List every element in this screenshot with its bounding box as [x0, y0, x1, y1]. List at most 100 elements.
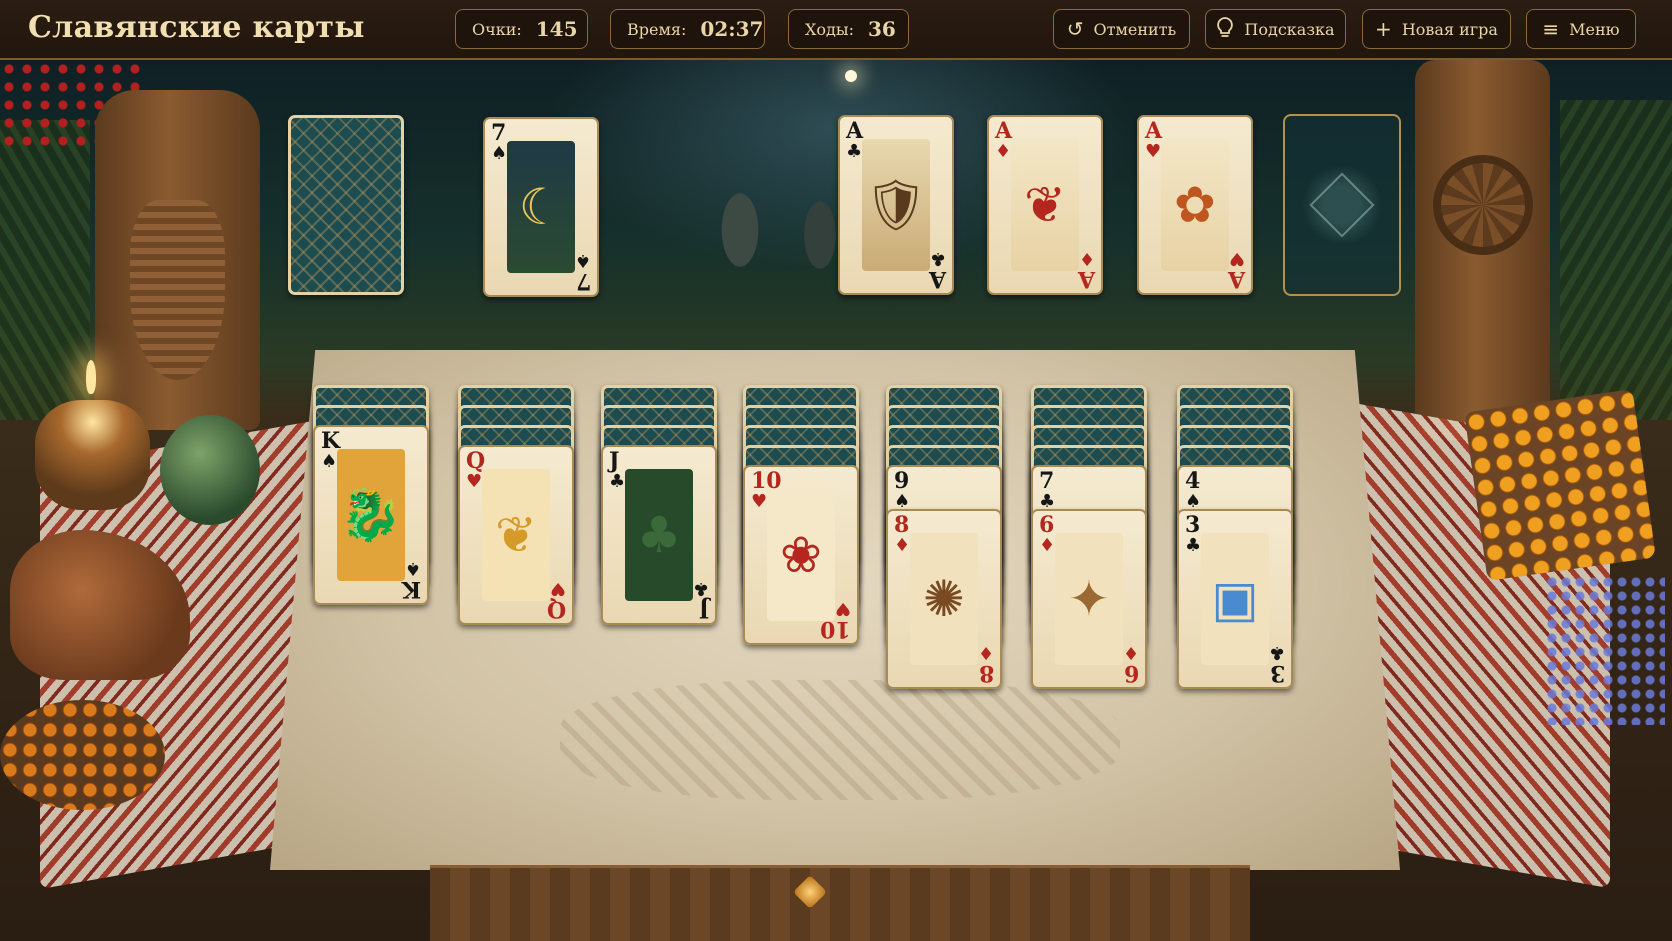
wooden-idol-left-decoration [95, 90, 260, 430]
card-rank-bottom: A [928, 266, 946, 292]
card-suit: ♠ [491, 143, 508, 164]
card-suit: ♣ [1185, 535, 1202, 556]
foundation-2-card[interactable]: ❦ A ♦ A ♦ [987, 115, 1103, 295]
card-suit: ♦ [894, 535, 911, 556]
card-rank-bottom: 7 [575, 268, 591, 294]
card-rank-bottom: Q [546, 596, 566, 622]
card-suit-bottom: ♥ [549, 578, 566, 599]
card-suit-bottom: ♦ [1078, 248, 1095, 269]
new-game-button[interactable]: + Новая игра [1362, 9, 1511, 49]
undo-button[interactable]: ↺ Отменить [1053, 9, 1190, 49]
foliage-decoration-right [1560, 100, 1672, 420]
card-suit: ♣ [609, 471, 626, 492]
menu-label: Меню [1569, 19, 1620, 39]
card-rank-bottom: 6 [1123, 660, 1139, 686]
tableau-7-card[interactable]: ▣ 3 ♣ 3 ♣ [1177, 509, 1293, 689]
card-rank-bottom: 3 [1269, 660, 1285, 686]
waste-pile-card[interactable]: ☾ 7 ♠ 7 ♠ [483, 117, 599, 297]
leshy-forest-spirit-icon: ♣ [636, 506, 682, 564]
deer-icon: ✦ [1068, 570, 1110, 628]
firebird-icon: ❦ [1024, 176, 1066, 234]
card-rank: A [1145, 118, 1163, 144]
tableau-4-card[interactable]: ❀ 10 ♥ 10 ♥ [743, 465, 859, 645]
card-suit: ♦ [1039, 535, 1056, 556]
stock-pile[interactable] [288, 115, 404, 295]
card-rank: J [609, 448, 620, 474]
card-suit: ♠ [321, 451, 338, 472]
card-rank-bottom: K [401, 576, 421, 602]
card-rank: Q [466, 448, 486, 474]
hint-button[interactable]: Подсказка [1205, 9, 1346, 49]
firebird-art: ❦ [1011, 139, 1079, 271]
plus-icon: + [1375, 17, 1392, 41]
fox-icon: ✿ [1174, 176, 1216, 234]
blue-flowers-decoration [1545, 575, 1665, 725]
card-suit-bottom: ♣ [929, 248, 946, 269]
foundation-3-card[interactable]: ✿ A ♥ A ♥ [1137, 115, 1253, 295]
card-suit-bottom: ♣ [1268, 642, 1285, 663]
tableau-6-card[interactable]: ✦ 6 ♦ 6 ♦ [1031, 509, 1147, 689]
green-vase-decoration [160, 415, 260, 525]
card-suit: ♦ [995, 141, 1012, 162]
score-label: Очки: [472, 19, 522, 39]
card-rank: 7 [491, 120, 507, 146]
card-suit: ♥ [466, 471, 483, 492]
bear-icon: 🛡 [864, 176, 928, 234]
moves-display: Ходы: 36 [788, 9, 909, 49]
card-suit: ♥ [1145, 141, 1162, 162]
tableau-2-card[interactable]: ❦ Q ♥ Q ♥ [458, 445, 574, 625]
card-suit-bottom: ♣ [692, 578, 709, 599]
hedgehog-icon: ✺ [923, 570, 965, 628]
treasure-chest-art: ▣ [1201, 533, 1269, 665]
card-rank: 7 [1039, 468, 1055, 494]
score-value: 145 [535, 17, 578, 41]
tableau-5-card[interactable]: ✺ 8 ♦ 8 ♦ [886, 509, 1002, 689]
hint-label: Подсказка [1244, 19, 1335, 39]
card-suit-bottom: ♥ [834, 598, 851, 619]
poppy-wreath-icon: ❀ [780, 526, 822, 584]
card-rank-bottom: A [1227, 266, 1245, 292]
hedgehog-art: ✺ [910, 533, 978, 665]
card-rank: 10 [751, 468, 782, 494]
card-rank-bottom: A [1077, 266, 1095, 292]
bear-warrior-art: 🛡 [862, 139, 930, 271]
new-game-label: Новая игра [1401, 19, 1498, 39]
fox-lantern-art: ✿ [1161, 139, 1229, 271]
foundation-1-card[interactable]: 🛡 A ♣ A ♣ [838, 115, 954, 295]
undo-arrow-icon: ↺ [1066, 17, 1084, 41]
undo-label: Отменить [1093, 19, 1177, 39]
carved-wood-base-decoration [430, 865, 1250, 941]
foundation-4-empty-slot[interactable] [1283, 114, 1401, 296]
three-headed-dragon-icon: 🐉 [339, 486, 403, 544]
moon-decoration [845, 70, 857, 82]
card-rank: 6 [1039, 512, 1055, 538]
card-suit-bottom: ♥ [1228, 248, 1245, 269]
candle-holder-decoration [35, 400, 150, 510]
time-label: Время: [627, 19, 687, 39]
time-display: Время: 02:37 [610, 9, 765, 49]
amber-box-decoration [1463, 388, 1657, 582]
slot-ornament-icon [1309, 172, 1375, 238]
deer-art: ✦ [1055, 533, 1123, 665]
crescent-moon-icon: ☾ [518, 178, 564, 236]
lightbulb-icon [1216, 16, 1234, 42]
time-value: 02:37 [700, 17, 764, 41]
card-rank: 9 [894, 468, 910, 494]
poppy-wreath-art: ❀ [767, 489, 835, 621]
moves-value: 36 [868, 17, 896, 41]
golden-bird-icon: ❦ [495, 506, 537, 564]
card-suit: ♥ [751, 491, 768, 512]
card-rank: A [846, 118, 864, 144]
card-suit-bottom: ♦ [977, 642, 994, 663]
tableau-3-card[interactable]: ♣ J ♣ J ♣ [601, 445, 717, 625]
card-suit-bottom: ♠ [404, 558, 421, 579]
game-board: ☾ 7 ♠ 7 ♠ 🛡 A ♣ A ♣ ❦ A ♦ A ♦ ✿ A ♥ A ♥ [0, 60, 1672, 941]
wooden-pillar-right-decoration [1415, 60, 1550, 440]
menu-button[interactable]: ≡ Меню [1526, 9, 1636, 49]
card-rank-bottom: 8 [978, 660, 994, 686]
card-rank: 3 [1185, 512, 1201, 538]
leshy-forest-spirit-art: ♣ [625, 469, 693, 601]
card-rank: K [321, 428, 341, 454]
hamburger-icon: ≡ [1542, 17, 1560, 41]
tableau-1-card[interactable]: 🐉 K ♠ K ♠ [313, 425, 429, 605]
